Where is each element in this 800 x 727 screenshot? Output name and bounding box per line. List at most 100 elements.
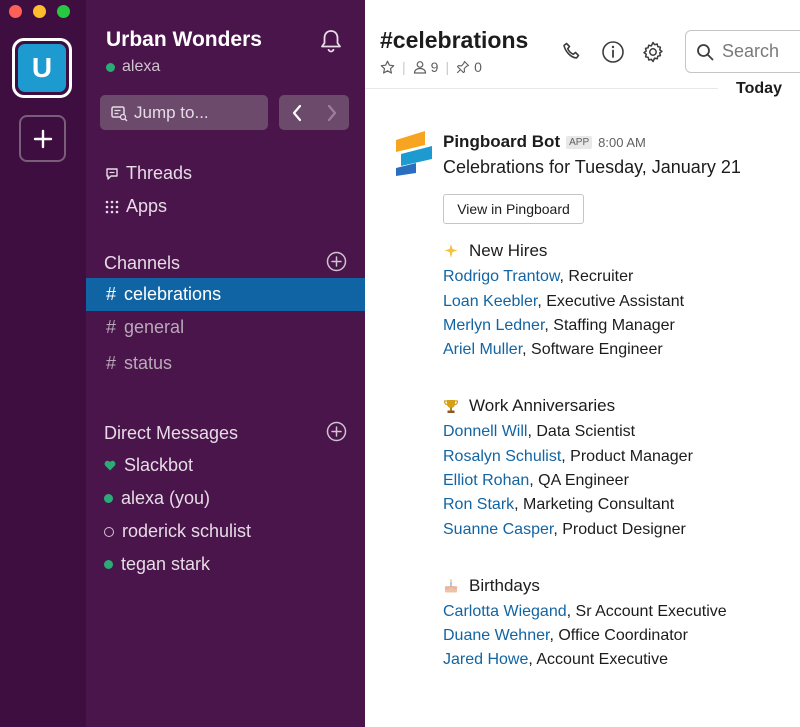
channel-name: status [124, 353, 173, 373]
plus-icon [33, 129, 52, 148]
pingboard-logo-icon[interactable] [395, 130, 433, 176]
channel-item-general[interactable]: # general [86, 311, 365, 344]
channels-section-title[interactable]: Channels [104, 253, 180, 274]
phone-icon[interactable] [560, 40, 584, 64]
workspace-icon: U [18, 44, 66, 92]
gear-icon[interactable] [641, 40, 665, 64]
away-status-icon [104, 526, 114, 537]
channel-item-celebrations[interactable]: # celebrations [86, 278, 365, 311]
dm-item-alexa[interactable]: alexa (you) [104, 488, 210, 509]
hash-icon: # [106, 317, 117, 337]
person-link[interactable]: Jared Howe [443, 651, 528, 668]
list-item: Jared Howe, Account Executive [443, 651, 668, 669]
apps-grid-icon [105, 200, 119, 213]
person-link[interactable]: Merlyn Ledner [443, 317, 544, 334]
search-input[interactable]: Search [685, 30, 800, 73]
heart-icon [104, 460, 116, 471]
hash-icon: # [106, 284, 117, 304]
add-channel-icon[interactable] [326, 251, 347, 272]
section-heading-work-anniversaries: Work Anniversaries [443, 396, 615, 416]
sidebar-item-threads[interactable]: Threads [104, 163, 192, 184]
window-minimize-button[interactable] [33, 5, 46, 18]
online-status-icon [106, 62, 115, 72]
dm-item-slackbot[interactable]: Slackbot [104, 455, 193, 476]
member-count[interactable]: 9 [431, 59, 439, 75]
person-link[interactable]: Loan Keebler [443, 293, 537, 310]
list-item: Elliot Rohan, QA Engineer [443, 472, 629, 490]
workspace-switcher-urban-wonders[interactable]: U [12, 38, 72, 98]
view-in-pingboard-button[interactable]: View in Pingboard [443, 194, 584, 224]
current-user[interactable]: alexa [106, 58, 160, 76]
channel-name: general [124, 317, 185, 337]
channel-item-status[interactable]: # status [86, 347, 365, 380]
channel-title[interactable]: #celebrations [380, 27, 528, 54]
search-placeholder: Search [722, 41, 780, 61]
person-role: , Data Scientist [527, 423, 636, 440]
add-direct-message-icon[interactable] [326, 421, 347, 442]
message-timestamp[interactable]: 8:00 AM [598, 135, 646, 150]
star-icon[interactable] [380, 60, 395, 75]
person-link[interactable]: Ron Stark [443, 496, 514, 513]
person-role: , Recruiter [559, 268, 634, 285]
history-nav [279, 95, 349, 130]
cake-icon [444, 579, 458, 593]
person-link[interactable]: Suanne Casper [443, 521, 553, 538]
jump-to-button[interactable]: Jump to... [100, 95, 268, 130]
workspace-rail: U [0, 0, 86, 727]
window-close-button[interactable] [9, 5, 22, 18]
info-icon[interactable] [601, 40, 625, 64]
channel-sidebar: Urban Wonders alexa Jump to... Threads A… [86, 0, 365, 727]
person-role: , QA Engineer [529, 472, 629, 489]
person-role: , Staffing Manager [544, 317, 675, 334]
sidebar-item-apps[interactable]: Apps [104, 196, 167, 217]
section-title: Birthdays [469, 576, 540, 595]
person-link[interactable]: Rosalyn Schulist [443, 448, 561, 465]
workspace-name[interactable]: Urban Wonders [106, 28, 262, 52]
meta-divider: | [402, 59, 406, 75]
person-role: , Software Engineer [522, 341, 663, 358]
person-role: , Product Manager [561, 448, 693, 465]
person-link[interactable]: Duane Wehner [443, 627, 549, 644]
dm-item-tegan-stark[interactable]: tegan stark [104, 554, 210, 575]
list-item: Donnell Will, Data Scientist [443, 423, 635, 441]
person-link[interactable]: Donnell Will [443, 423, 527, 440]
app-badge: APP [566, 135, 593, 149]
dm-item-roderick-schulist[interactable]: roderick schulist [104, 521, 251, 542]
add-workspace-button[interactable] [19, 115, 66, 162]
window-zoom-button[interactable] [57, 5, 70, 18]
list-item: Duane Wehner, Office Coordinator [443, 627, 688, 645]
online-status-icon [104, 494, 113, 503]
dm-name: tegan stark [121, 554, 211, 574]
person-link[interactable]: Carlotta Wiegand [443, 603, 567, 620]
dm-name: alexa (you) [121, 488, 211, 508]
person-role: , Office Coordinator [549, 627, 688, 644]
message-header: Pingboard Bot APP 8:00 AM [443, 132, 646, 152]
forward-button[interactable] [314, 95, 349, 130]
person-link[interactable]: Elliot Rohan [443, 472, 529, 489]
pin-icon[interactable] [456, 60, 470, 74]
jump-to-label: Jump to... [134, 102, 209, 122]
list-item: Carlotta Wiegand, Sr Account Executive [443, 603, 727, 621]
list-item: Loan Keebler, Executive Assistant [443, 293, 684, 311]
bell-icon[interactable] [318, 28, 344, 54]
person-role: , Executive Assistant [537, 293, 685, 310]
sparkle-icon [444, 244, 458, 258]
sidebar-item-label: Threads [126, 163, 193, 183]
back-button[interactable] [279, 95, 314, 130]
channel-view: #celebrations | 9 | 0 Search Today Pingb… [365, 0, 800, 727]
members-icon[interactable] [413, 60, 427, 74]
sender-name[interactable]: Pingboard Bot [443, 132, 560, 152]
pin-count[interactable]: 0 [474, 59, 482, 75]
person-link[interactable]: Rodrigo Trantow [443, 268, 560, 285]
person-role: , Product Designer [553, 521, 686, 538]
dm-name: roderick schulist [122, 521, 252, 541]
direct-messages-section-title[interactable]: Direct Messages [104, 423, 238, 444]
list-item: Ariel Muller, Software Engineer [443, 341, 663, 359]
section-title: Work Anniversaries [469, 396, 616, 415]
meta-divider: | [445, 59, 450, 75]
online-status-icon [104, 560, 113, 569]
list-item: Merlyn Ledner, Staffing Manager [443, 317, 675, 335]
person-link[interactable]: Ariel Muller [443, 341, 522, 358]
section-heading-birthdays: Birthdays [443, 576, 540, 596]
person-role: , Sr Account Executive [566, 603, 727, 620]
